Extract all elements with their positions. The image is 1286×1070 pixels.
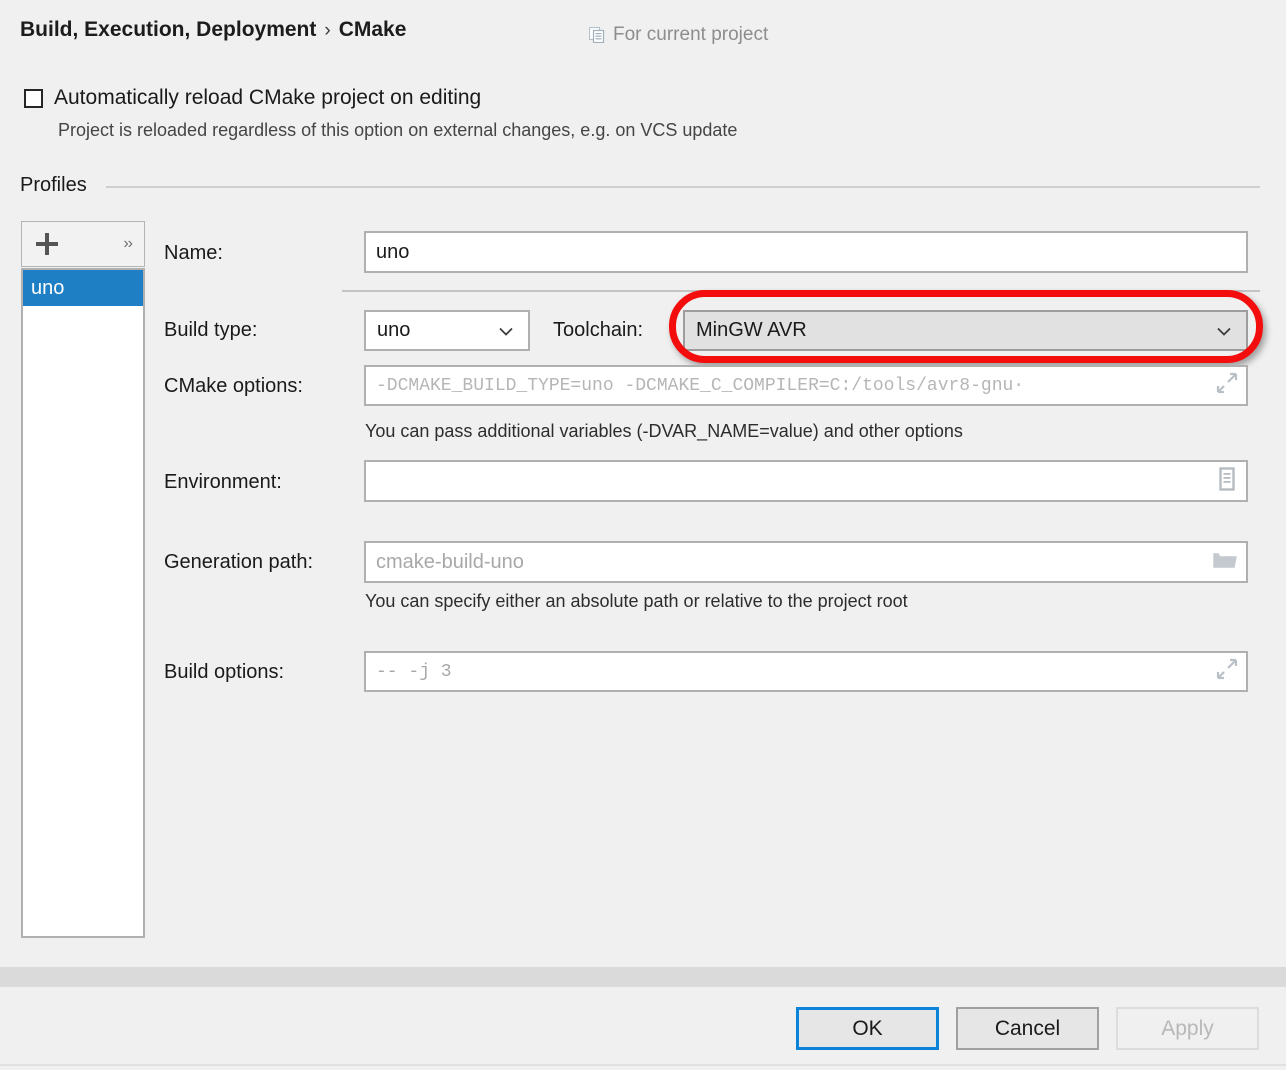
document-list-icon[interactable]	[1216, 466, 1238, 497]
breadcrumb: Build, Execution, Deployment › CMake	[20, 18, 406, 42]
apply-button[interactable]: Apply	[1116, 1007, 1259, 1050]
generation-path-hint: You can specify either an absolute path …	[365, 591, 908, 611]
cmake-options-label: CMake options:	[164, 375, 303, 397]
cancel-button[interactable]: Cancel	[956, 1007, 1099, 1050]
generation-path-placeholder: cmake-build-uno	[376, 550, 524, 573]
name-input[interactable]: uno	[364, 231, 1248, 273]
auto-reload-checkbox-row[interactable]: Automatically reload CMake project on ed…	[24, 86, 481, 110]
breadcrumb-root: Build, Execution, Deployment	[20, 18, 317, 41]
cmake-options-input[interactable]: -DCMAKE_BUILD_TYPE=uno -DCMAKE_C_COMPILE…	[364, 365, 1248, 406]
profiles-group-rule	[106, 186, 1260, 188]
auto-reload-checkbox[interactable]	[24, 88, 43, 108]
expand-diagonal-icon[interactable]	[1214, 657, 1238, 686]
breadcrumb-separator: ›	[324, 20, 331, 41]
generation-path-input[interactable]: cmake-build-uno	[364, 541, 1248, 583]
name-label: Name:	[164, 242, 223, 264]
copy-pages-icon	[588, 26, 605, 44]
build-options-placeholder: -- -j 3	[376, 661, 452, 682]
build-type-label: Build type:	[164, 319, 258, 341]
auto-reload-label: Automatically reload CMake project on ed…	[54, 86, 482, 109]
breadcrumb-leaf: CMake	[338, 18, 407, 41]
build-options-label: Build options:	[164, 661, 285, 683]
name-input-value: uno	[376, 240, 410, 263]
cmake-options-placeholder: -DCMAKE_BUILD_TYPE=uno -DCMAKE_C_COMPILE…	[376, 375, 1025, 396]
build-type-value: uno	[377, 319, 411, 341]
cmake-options-hint: You can pass additional variables (-DVAR…	[365, 421, 963, 441]
build-type-combobox[interactable]: uno	[364, 310, 530, 351]
chevron-down-icon	[1214, 321, 1234, 341]
name-row-separator	[342, 290, 1260, 292]
environment-input[interactable]	[364, 460, 1248, 502]
environment-label: Environment:	[164, 471, 282, 493]
build-options-input[interactable]: -- -j 3	[364, 651, 1248, 692]
plus-icon[interactable]	[36, 233, 58, 255]
toolchain-combobox[interactable]: MinGW AVR	[683, 310, 1248, 351]
profiles-group-title: Profiles	[20, 174, 87, 196]
scope-indicator: For current project	[588, 24, 769, 46]
profiles-toolbar: ››	[21, 221, 145, 267]
ok-button[interactable]: OK	[796, 1007, 939, 1050]
chevron-double-right-icon[interactable]: ››	[123, 236, 133, 252]
expand-diagonal-icon[interactable]	[1214, 371, 1238, 400]
profiles-list[interactable]: uno	[21, 268, 145, 938]
footer-separator	[0, 1064, 1286, 1066]
toolchain-value: MinGW AVR	[696, 319, 807, 341]
chevron-down-icon	[496, 321, 516, 341]
auto-reload-hint: Project is reloaded regardless of this o…	[58, 120, 738, 140]
folder-icon[interactable]	[1212, 548, 1238, 577]
generation-path-label: Generation path:	[164, 551, 313, 573]
horizontal-scrollbar[interactable]	[0, 967, 1286, 987]
toolchain-label: Toolchain:	[553, 319, 644, 341]
scope-label: For current project	[613, 24, 769, 45]
list-item[interactable]: uno	[23, 270, 143, 306]
